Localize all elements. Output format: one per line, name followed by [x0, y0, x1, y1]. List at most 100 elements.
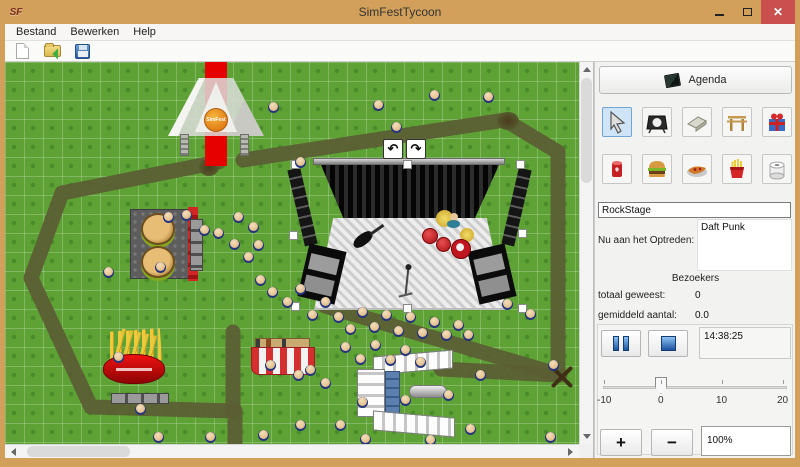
visitor [248, 222, 259, 233]
tool-stage-button[interactable] [722, 107, 752, 137]
visitor [429, 317, 440, 328]
visitor [475, 370, 486, 381]
visitor [443, 390, 454, 401]
visitor [295, 420, 306, 431]
festival-map[interactable]: SimFest [5, 62, 579, 444]
visitor [320, 378, 331, 389]
visitor [335, 420, 346, 431]
minimize-button[interactable] [705, 0, 733, 24]
visitor [305, 365, 316, 376]
path-corner-blob [497, 112, 519, 130]
cursor-icon [605, 110, 629, 134]
title-bar[interactable]: SF SimFestTycoon ✕ [5, 0, 795, 24]
visitor [295, 284, 306, 295]
tool-burger-button[interactable] [642, 154, 672, 184]
agenda-button[interactable]: Agenda [599, 66, 792, 94]
new-file-icon [16, 43, 29, 59]
slider-tick [783, 380, 784, 384]
scroll-right-icon[interactable] [568, 448, 573, 456]
vertical-scroll-thumb[interactable] [581, 78, 592, 183]
visitor [465, 424, 476, 435]
pause-button[interactable] [601, 330, 641, 357]
visitor [199, 225, 210, 236]
toolbar [5, 41, 795, 62]
visitor [355, 354, 366, 365]
slider-label-10: 10 [716, 395, 727, 406]
visitor [345, 324, 356, 335]
visitor [429, 90, 440, 101]
menu-help[interactable]: Help [126, 25, 163, 39]
visitor [267, 287, 278, 298]
visitor [135, 404, 146, 415]
spotlight-icon [645, 110, 669, 134]
tool-fries-button[interactable] [722, 154, 752, 184]
tool-toilet-paper-button[interactable] [762, 154, 792, 184]
minimize-icon [715, 14, 724, 16]
path-tile-icon [685, 110, 709, 134]
maximize-button[interactable] [733, 0, 761, 24]
visitor [213, 228, 224, 239]
vertical-scrollbar[interactable] [579, 62, 593, 444]
stage-name-input[interactable] [598, 202, 791, 218]
now-performing-value: Daft Punk [697, 219, 792, 271]
visitor [393, 326, 404, 337]
toilet-doors [385, 371, 400, 415]
visitor [415, 357, 426, 368]
tool-path-button[interactable] [682, 107, 712, 137]
open-file-button[interactable] [41, 42, 63, 61]
agenda-label: Agenda [689, 74, 727, 86]
horizontal-scroll-thumb[interactable] [27, 446, 130, 457]
visitor [369, 322, 380, 333]
visitor [233, 212, 244, 223]
pizza-icon [685, 157, 709, 181]
toilet-paper-icon [765, 157, 789, 181]
visitors-header: Bezoekers [595, 273, 796, 284]
visitor [525, 309, 536, 320]
menu-bestand[interactable]: Bestand [9, 25, 63, 39]
visitor [483, 92, 494, 103]
visitor [163, 212, 174, 223]
speed-slider-track[interactable] [603, 386, 787, 389]
trash-can-icon [605, 157, 629, 181]
visitor [340, 342, 351, 353]
scroll-down-icon[interactable] [583, 434, 591, 439]
scroll-up-icon[interactable] [583, 67, 591, 72]
new-file-button[interactable] [11, 42, 33, 61]
selection-handle[interactable] [518, 229, 527, 238]
tool-trash-button[interactable] [602, 154, 632, 184]
visitor [441, 330, 452, 341]
save-file-button[interactable] [71, 42, 93, 61]
visitor [463, 330, 474, 341]
toilet-row [357, 369, 385, 417]
stop-button[interactable] [648, 330, 688, 357]
rotate-left-button[interactable]: ↶ [383, 139, 403, 159]
visitor [405, 312, 416, 323]
tool-select-button[interactable] [602, 107, 632, 137]
menu-bewerken[interactable]: Bewerken [63, 25, 126, 39]
total-visitors-value: 0 [695, 290, 701, 301]
selection-handle[interactable] [516, 160, 525, 169]
rotate-right-button[interactable]: ↷ [406, 139, 426, 159]
tool-gift-button[interactable] [762, 107, 792, 137]
slider-tick [722, 380, 723, 384]
slider-label-0: 0 [658, 395, 664, 406]
visitor [265, 360, 276, 371]
visitor [255, 275, 266, 286]
tool-spotlight-button[interactable] [642, 107, 672, 137]
tool-pizza-button[interactable] [682, 154, 712, 184]
sidebar: Agenda [594, 62, 795, 458]
selection-handle[interactable] [289, 231, 298, 240]
visitor [425, 435, 436, 444]
selection-handle[interactable] [403, 160, 412, 169]
close-button[interactable]: ✕ [761, 0, 795, 24]
visitor [320, 297, 331, 308]
zoom-out-button[interactable]: − [651, 429, 693, 456]
zoom-in-button[interactable]: + [600, 429, 642, 456]
scroll-left-icon[interactable] [11, 448, 16, 456]
entrance-tent[interactable]: SimFest [168, 78, 264, 162]
scrollbar-corner [579, 444, 593, 458]
horizontal-scrollbar[interactable] [5, 444, 579, 458]
window-title: SimFestTycoon [5, 5, 795, 19]
bench[interactable] [111, 393, 169, 404]
visitor [385, 355, 396, 366]
